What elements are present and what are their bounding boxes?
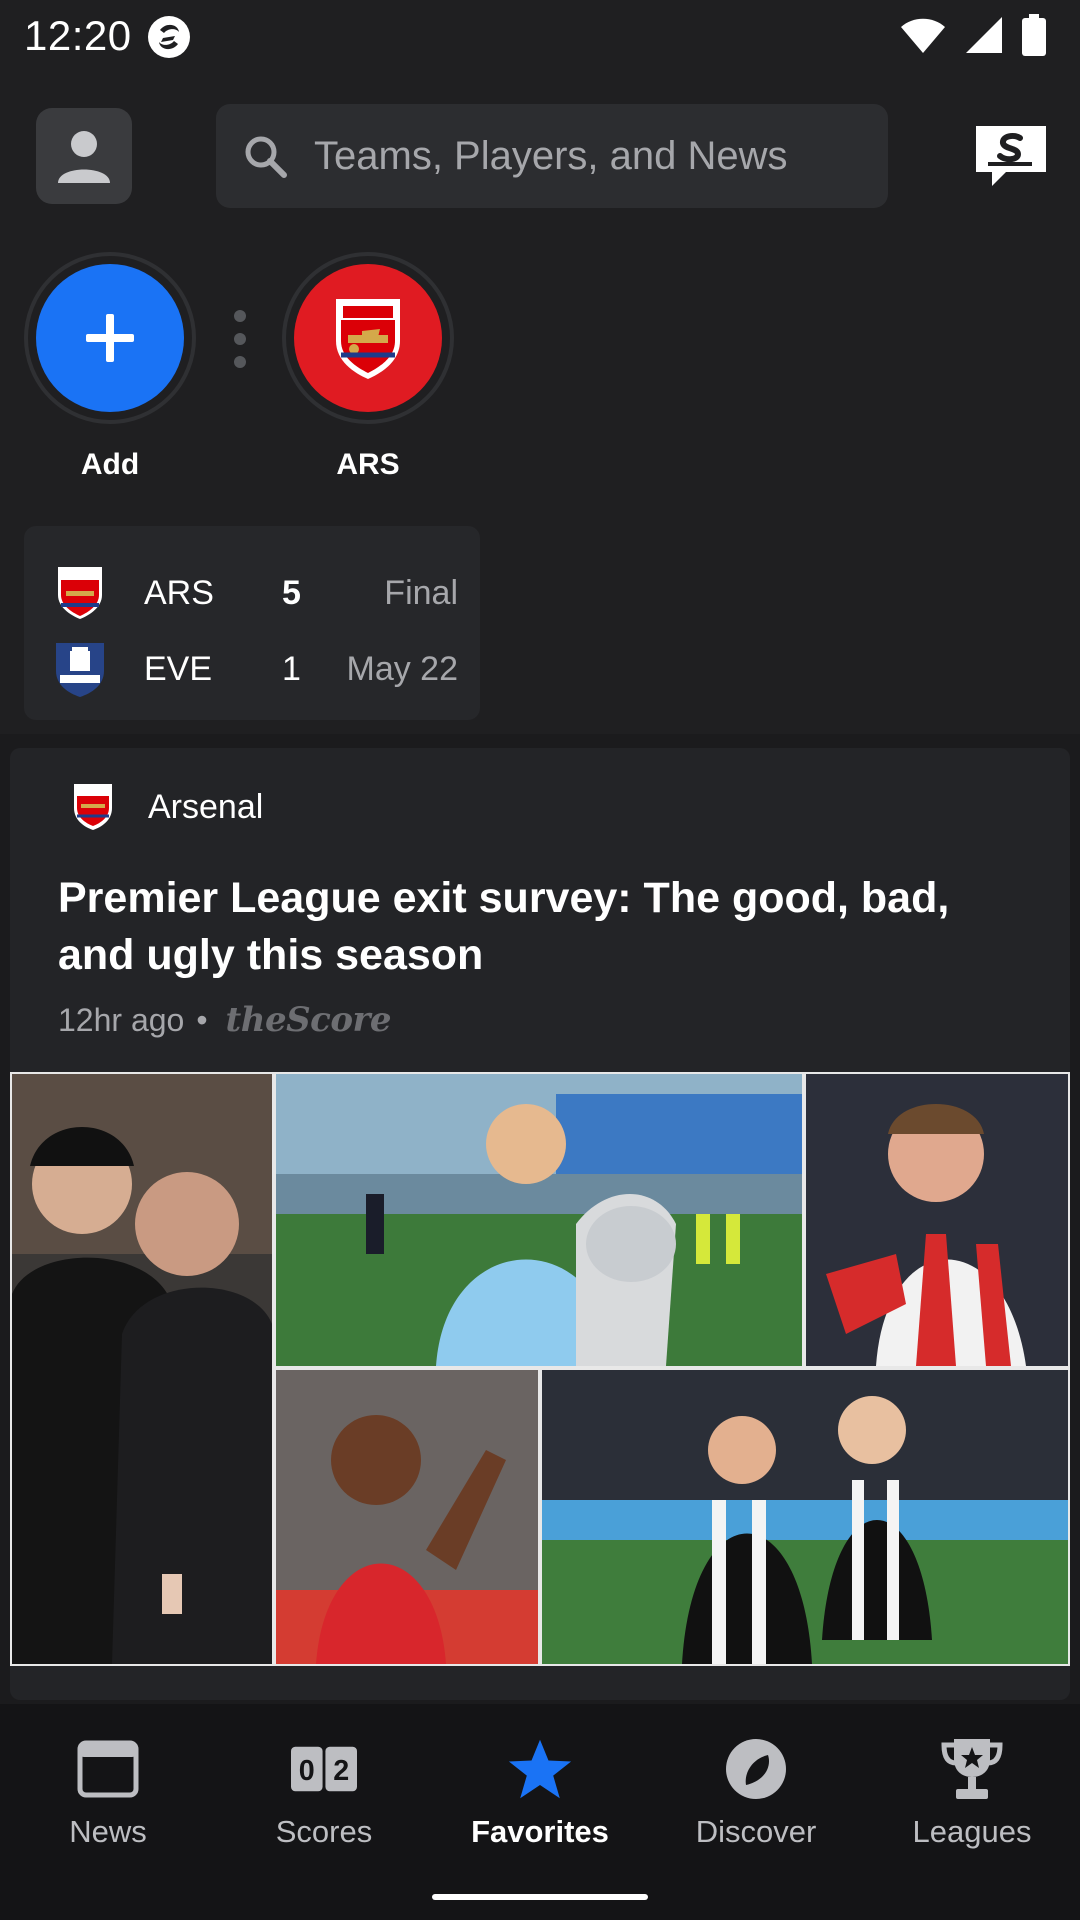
nav-favorites-label: Favorites xyxy=(471,1814,609,1849)
app-header: Teams, Players, and News xyxy=(0,72,1080,240)
nav-leagues-label: Leagues xyxy=(912,1814,1032,1849)
favorites-bar: Add ARS xyxy=(0,240,1080,498)
nav-discover[interactable]: Discover xyxy=(648,1736,864,1850)
news-headline[interactable]: Premier League exit survey: The good, ba… xyxy=(58,870,1018,984)
signal-icon xyxy=(966,17,1002,53)
search-icon xyxy=(245,136,287,178)
compass-icon xyxy=(723,1736,789,1802)
add-favorite-button[interactable]: Add xyxy=(24,252,196,482)
news-icon xyxy=(75,1736,141,1802)
add-disc xyxy=(36,264,184,412)
collage-photo-trophy xyxy=(276,1074,802,1366)
news-meta: 12hr ago • theScore xyxy=(58,1000,392,1040)
thescore-chat-icon[interactable] xyxy=(972,124,1050,190)
nav-scores-label: Scores xyxy=(275,1814,373,1849)
add-ring xyxy=(24,252,196,424)
search-placeholder: Teams, Players, and News xyxy=(314,133,788,178)
news-image-collage[interactable] xyxy=(10,1072,1070,1666)
scores-strip: ARS 5 Final EVE 1 May 22 xyxy=(0,498,1080,734)
battery-icon xyxy=(1022,14,1046,56)
news-source-logo: theScore xyxy=(225,1000,392,1040)
person-icon xyxy=(58,131,110,183)
match-status: Final xyxy=(384,573,458,612)
away-team-score: 1 xyxy=(282,649,301,688)
svg-text:2: 2 xyxy=(333,1755,349,1787)
news-card[interactable]: Arsenal Premier League exit survey: The … xyxy=(10,748,1070,1700)
home-indicator[interactable] xyxy=(432,1894,648,1900)
news-team-tag[interactable]: Arsenal xyxy=(72,782,263,832)
collage-photo-managers xyxy=(12,1074,272,1664)
arsenal-disc xyxy=(294,264,442,412)
scores-icon: 0 2 xyxy=(291,1736,357,1802)
profile-button[interactable] xyxy=(36,108,132,204)
news-team-name: Arsenal xyxy=(148,787,264,826)
drag-handle-icon[interactable] xyxy=(233,310,247,368)
home-team-abbr: ARS xyxy=(144,573,214,612)
meta-separator: • xyxy=(196,1001,208,1038)
search-input[interactable]: Teams, Players, and News xyxy=(216,104,888,208)
score-row-home: ARS 5 Final xyxy=(24,558,480,628)
nav-news[interactable]: News xyxy=(0,1736,216,1850)
match-score-card[interactable]: ARS 5 Final EVE 1 May 22 xyxy=(24,526,480,720)
nav-favorites[interactable]: Favorites xyxy=(432,1736,648,1850)
status-time: 12:20 xyxy=(24,12,132,59)
everton-crest-icon xyxy=(56,643,104,697)
svg-text:0: 0 xyxy=(299,1755,315,1787)
away-team-abbr: EVE xyxy=(144,649,213,688)
score-row-away: EVE 1 May 22 xyxy=(24,634,480,704)
nav-discover-label: Discover xyxy=(695,1814,817,1849)
plus-icon xyxy=(86,314,134,362)
thescore-app-icon xyxy=(148,16,190,58)
arsenal-ring xyxy=(282,252,454,424)
favorite-team-arsenal[interactable]: ARS xyxy=(282,252,454,482)
match-date: May 22 xyxy=(346,649,459,688)
arsenal-crest-icon xyxy=(58,567,102,619)
star-icon xyxy=(507,1736,573,1802)
trophy-icon xyxy=(939,1736,1005,1802)
nav-scores[interactable]: 0 2 Scores xyxy=(216,1736,432,1850)
nav-leagues[interactable]: Leagues xyxy=(864,1736,1080,1850)
status-bar: 12:20 xyxy=(0,0,1080,72)
news-time: 12hr ago xyxy=(58,1001,185,1038)
collage-photo-red-player xyxy=(276,1370,538,1664)
collage-photo-red-white-player xyxy=(806,1074,1068,1366)
collage-photo-newcastle-players xyxy=(542,1370,1068,1664)
bottom-navigation: News 0 2 Scores Favorites Discover Leagu… xyxy=(0,1704,1080,1920)
add-label: Add xyxy=(80,448,140,481)
arsenal-crest-icon xyxy=(74,784,112,830)
home-team-score: 5 xyxy=(282,573,301,612)
nav-news-label: News xyxy=(69,1814,147,1849)
wifi-icon xyxy=(901,18,945,53)
arsenal-label: ARS xyxy=(336,448,400,481)
arsenal-crest-icon xyxy=(336,299,400,379)
